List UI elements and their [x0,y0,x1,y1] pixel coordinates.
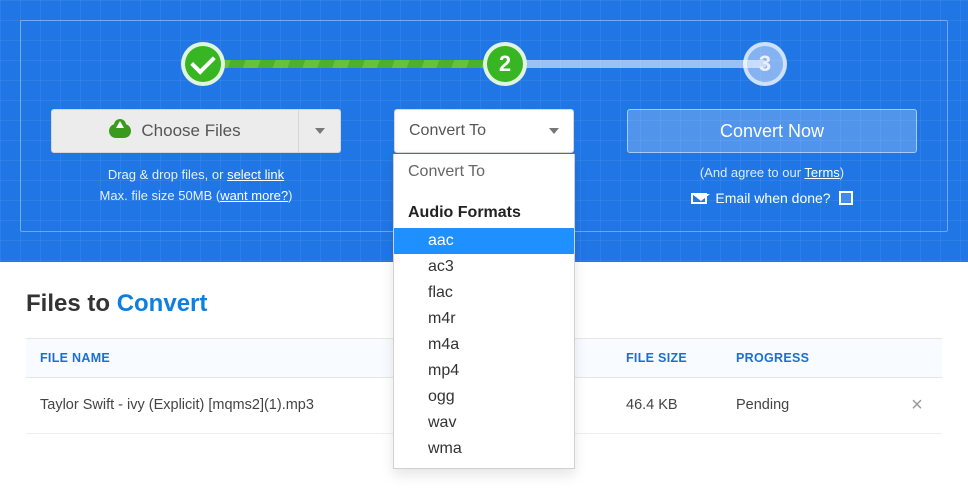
convert-now-button[interactable]: Convert Now [627,109,917,153]
convert-column: Convert To Convert To Audio Formats aaca… [389,109,579,207]
col-actions [892,338,942,377]
chevron-down-icon [315,128,325,134]
convert-now-column: Convert Now (And agree to our Terms) Ema… [627,109,917,207]
convert-now-label: Convert Now [720,121,824,142]
format-option-m4a[interactable]: m4a [394,332,574,358]
format-option-flac[interactable]: flac [394,280,574,306]
max-suffix: ) [288,188,292,203]
stepper: 2 3 [51,35,917,91]
max-text: Max. file size 50MB ( [100,188,221,203]
terms-suffix: ) [840,165,844,180]
step-2-current: 2 [483,42,527,86]
cloud-upload-icon [109,124,131,138]
want-more-link[interactable]: want more? [220,188,288,203]
terms-prefix: (And agree to our [700,165,805,180]
remove-row-button[interactable]: × [892,377,942,433]
col-file-size: FILE SIZE [612,338,722,377]
chevron-down-icon [549,128,559,134]
choose-files-label: Choose Files [141,121,240,141]
terms-text: (And agree to our Terms) [700,165,844,180]
format-option-m4r[interactable]: m4r [394,306,574,332]
email-when-done-label: Email when done? [715,190,830,206]
choose-files-button[interactable]: Choose Files [51,109,299,153]
select-link[interactable]: select link [227,167,284,182]
format-option-mp4[interactable]: mp4 [394,358,574,384]
format-option-wma[interactable]: wma [394,436,574,462]
format-option-ogg[interactable]: ogg [394,384,574,410]
email-when-done-checkbox[interactable] [839,191,853,205]
cell-file-size: 46.4 KB [612,377,722,433]
convert-to-label: Convert To [409,122,486,140]
cell-progress: Pending [722,377,892,433]
stepper-track-fill [201,60,506,68]
choose-hint: Drag & drop files, or select link Max. f… [100,165,293,207]
dropdown-group-heading: Audio Formats [394,190,574,228]
terms-link[interactable]: Terms [804,165,839,180]
top-panel: 2 3 Choose Files Drag & drop files, or s… [0,0,968,262]
format-option-ac3[interactable]: ac3 [394,254,574,280]
step-3-upcoming: 3 [743,42,787,86]
heading-text-b: Convert [117,290,208,317]
heading-text-a: Files to [26,290,117,317]
convert-to-select[interactable]: Convert To [394,109,574,153]
col-progress: PROGRESS [722,338,892,377]
step-1-done [181,42,225,86]
format-option-wav[interactable]: wav [394,410,574,436]
choose-files-split: Choose Files [51,109,341,153]
mail-icon [691,193,707,204]
action-row: Choose Files Drag & drop files, or selec… [51,109,917,207]
dropdown-title: Convert To [394,154,574,190]
choose-column: Choose Files Drag & drop files, or selec… [51,109,341,207]
format-option-aac[interactable]: aac [394,228,574,254]
inner-panel: 2 3 Choose Files Drag & drop files, or s… [20,20,948,232]
hint-text: Drag & drop files, or [108,167,227,182]
email-when-done-row: Email when done? [691,190,852,206]
convert-to-dropdown: Convert To Audio Formats aacac3flacm4rm4… [393,154,575,469]
choose-files-dropdown-toggle[interactable] [299,109,341,153]
